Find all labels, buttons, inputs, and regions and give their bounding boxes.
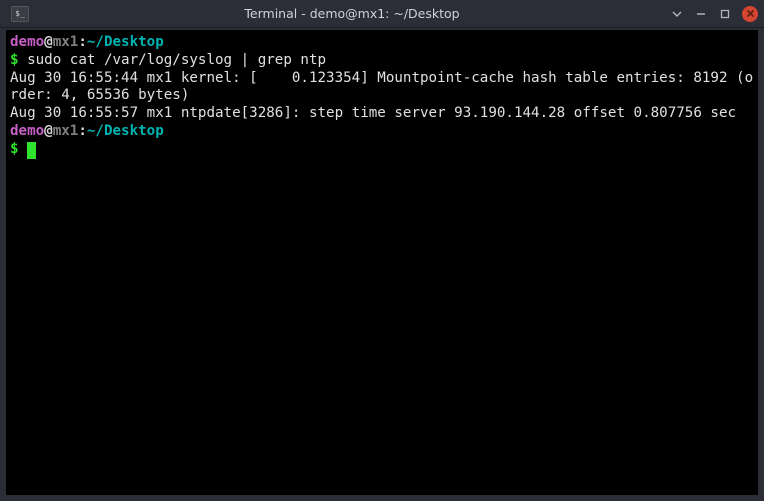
output-line-2: Aug 30 16:55:57 mx1 ntpdate[3286]: step … xyxy=(10,105,736,121)
prompt-path: ~/Desktop xyxy=(87,34,164,50)
window-controls xyxy=(670,6,758,22)
terminal-body[interactable]: demo@mx1:~/Desktop $ sudo cat /var/log/s… xyxy=(6,30,758,495)
window-title: Terminal - demo@mx1: ~/Desktop xyxy=(34,6,670,21)
close-button[interactable] xyxy=(742,6,758,22)
titlebar-icon-area: $_ xyxy=(6,4,34,24)
dropdown-button[interactable] xyxy=(670,7,684,21)
prompt-host: mx1 xyxy=(53,123,79,139)
prompt-at: @ xyxy=(44,123,53,139)
terminal-window: $_ Terminal - demo@mx1: ~/Desktop demo@m… xyxy=(0,0,764,501)
maximize-button[interactable] xyxy=(718,7,732,21)
prompt-path: ~/Desktop xyxy=(87,123,164,139)
prompt-user: demo xyxy=(10,34,44,50)
output-line-1: Aug 30 16:55:44 mx1 kernel: [ 0.123354] … xyxy=(10,70,753,104)
prompt-symbol: $ xyxy=(10,141,19,157)
prompt-colon: : xyxy=(78,123,87,139)
prompt-at: @ xyxy=(44,34,53,50)
prompt-colon: : xyxy=(78,34,87,50)
prompt-host: mx1 xyxy=(53,34,79,50)
command-line: sudo cat /var/log/syslog | grep ntp xyxy=(27,52,326,68)
titlebar[interactable]: $_ Terminal - demo@mx1: ~/Desktop xyxy=(0,0,764,28)
minimize-button[interactable] xyxy=(694,7,708,21)
cursor xyxy=(27,142,36,159)
prompt-user: demo xyxy=(10,123,44,139)
terminal-icon: $_ xyxy=(11,6,29,22)
prompt-symbol: $ xyxy=(10,52,19,68)
